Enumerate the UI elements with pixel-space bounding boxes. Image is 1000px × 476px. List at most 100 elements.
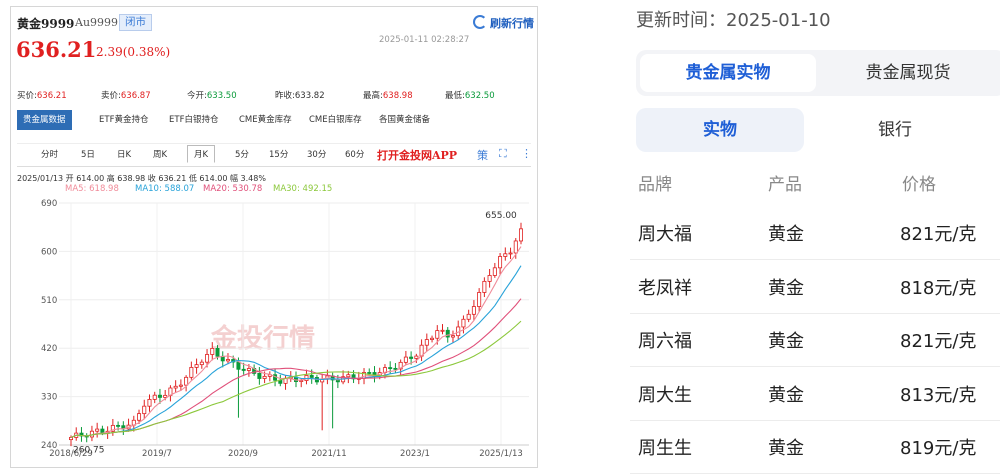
market-status-badge: 闭市: [119, 14, 152, 31]
row-brand: 周大生: [638, 385, 692, 406]
candlestick-chart[interactable]: 金投行情6906005104203302402018/6/29 2019/7 202…: [11, 187, 537, 467]
watermark-text: 金投行情: [210, 323, 315, 354]
candle-body: [487, 275, 492, 282]
candle-body: [69, 437, 74, 441]
candle-body: [513, 240, 518, 254]
header-price: 价格: [902, 175, 936, 195]
candle-body: [210, 347, 215, 355]
strategy-icon[interactable]: 策: [477, 147, 488, 163]
refresh-button[interactable]: 刷新行情: [473, 15, 534, 31]
x-tick-label: 2025/1/13: [479, 449, 523, 459]
candle-body: [309, 375, 314, 378]
row-price: 821元/克: [900, 224, 977, 245]
tab-period-5min[interactable]: 5分: [235, 148, 249, 160]
more-icon[interactable]: ⋮: [521, 147, 532, 160]
price-change: 2.39(0.38%): [96, 45, 171, 59]
tab-etf-gold[interactable]: ETF黄金持仓: [99, 110, 148, 130]
table-row[interactable]: 周生生 黄金 819元/克: [630, 420, 1000, 474]
candle-body: [482, 280, 487, 293]
tab-physical-metal[interactable]: 贵金属实物: [640, 54, 816, 92]
row-price: 819元/克: [900, 438, 977, 459]
candle-body: [461, 318, 466, 328]
candle-body: [205, 354, 210, 363]
table-row[interactable]: 周六福 黄金 821元/克: [630, 313, 1000, 367]
row-brand: 老凤祥: [638, 278, 692, 299]
candle-body: [471, 306, 476, 315]
tab-spot-metal[interactable]: 贵金属现货: [820, 54, 996, 92]
candle-body: [142, 405, 147, 415]
candle-body: [435, 330, 440, 339]
y-tick-label: 420: [41, 344, 57, 354]
tab-period-15min[interactable]: 15分: [269, 148, 288, 160]
tab-period-daily[interactable]: 日K: [117, 148, 131, 160]
stat-prev-close: 昨收:633.82: [275, 91, 325, 101]
x-tick-label: 2019/7: [142, 449, 172, 459]
instrument-code: Au9999: [75, 16, 119, 29]
refresh-label: 刷新行情: [490, 17, 534, 30]
candle-body: [424, 339, 429, 346]
candle-body: [498, 256, 503, 269]
tab-period-30min[interactable]: 30分: [307, 148, 326, 160]
candle-body: [157, 394, 162, 398]
y-tick-label: 330: [41, 393, 57, 403]
header-brand: 品牌: [638, 175, 672, 195]
fullscreen-icon[interactable]: ⛶: [499, 147, 507, 161]
stat-open: 今开:633.50: [187, 91, 237, 101]
refresh-icon: [473, 15, 487, 29]
tab-precious-metal-data[interactable]: 贵金属数据: [17, 110, 72, 130]
tab-gold-reserves[interactable]: 各国黄金储备: [379, 110, 430, 130]
max-label: 655.00: [485, 211, 517, 221]
tab-period-60min[interactable]: 60分: [345, 148, 364, 160]
tab-cme-gold[interactable]: CME黄金库存: [239, 110, 292, 130]
tab-period-weekly[interactable]: 周K: [153, 148, 167, 160]
candle-body: [508, 252, 513, 255]
row-product: 黄金: [768, 278, 804, 299]
tab-cme-silver[interactable]: CME白银库存: [309, 110, 362, 130]
candle-body: [173, 385, 178, 389]
tab-period-intraday[interactable]: 分时: [41, 148, 58, 160]
row-product: 黄金: [768, 438, 804, 459]
instrument-name: 黄金9999: [17, 17, 75, 31]
tab-period-5day[interactable]: 5日: [81, 148, 95, 160]
candle-body: [445, 329, 450, 338]
candle-body: [152, 394, 157, 400]
candle-body: [100, 428, 105, 434]
candle-body: [225, 359, 230, 362]
y-tick-label: 600: [41, 247, 57, 257]
y-tick-label: 510: [41, 296, 57, 306]
stat-high: 最高:638.98: [363, 91, 413, 101]
stat-sell: 卖价:636.87: [101, 91, 151, 101]
candle-body: [403, 356, 408, 363]
tab-etf-silver[interactable]: ETF白银持仓: [169, 110, 218, 130]
row-price: 821元/克: [900, 331, 977, 352]
update-time: 更新时间：2025-01-10: [636, 10, 831, 31]
subtab-physical[interactable]: 实物: [636, 108, 804, 152]
row-brand: 周六福: [638, 331, 692, 352]
candle-body: [215, 347, 220, 357]
candle-body: [477, 292, 482, 307]
candle-body: [440, 329, 445, 332]
table-row[interactable]: 周大生 黄金 813元/克: [630, 367, 1000, 421]
open-app-link[interactable]: 打开金投网APP: [377, 147, 457, 163]
current-price: 636.21: [16, 37, 97, 62]
table-row[interactable]: 周大福 黄金 821元/克: [630, 206, 1000, 260]
candle-body: [178, 384, 183, 387]
min-label: 260.75: [73, 446, 105, 456]
candle-body: [388, 367, 393, 369]
subtab-bank[interactable]: 银行: [820, 108, 970, 152]
table-row[interactable]: 老凤祥 黄金 818元/克: [630, 260, 1000, 314]
candle-body: [95, 428, 100, 432]
candle-body: [116, 424, 121, 427]
candle-body: [184, 376, 189, 386]
tab-period-monthly[interactable]: 月K: [187, 145, 216, 163]
ohlc-line: 2025/01/13 开 614.00 高 638.98 收 636.21 低 …: [17, 174, 266, 183]
candle-body: [393, 367, 398, 370]
candle-body: [430, 337, 435, 340]
candle-body: [257, 373, 262, 379]
header-product: 产品: [768, 175, 802, 195]
candle-body: [147, 398, 152, 407]
candle-body: [414, 355, 419, 359]
row-product: 黄金: [768, 224, 804, 245]
row-product: 黄金: [768, 385, 804, 406]
row-product: 黄金: [768, 331, 804, 352]
